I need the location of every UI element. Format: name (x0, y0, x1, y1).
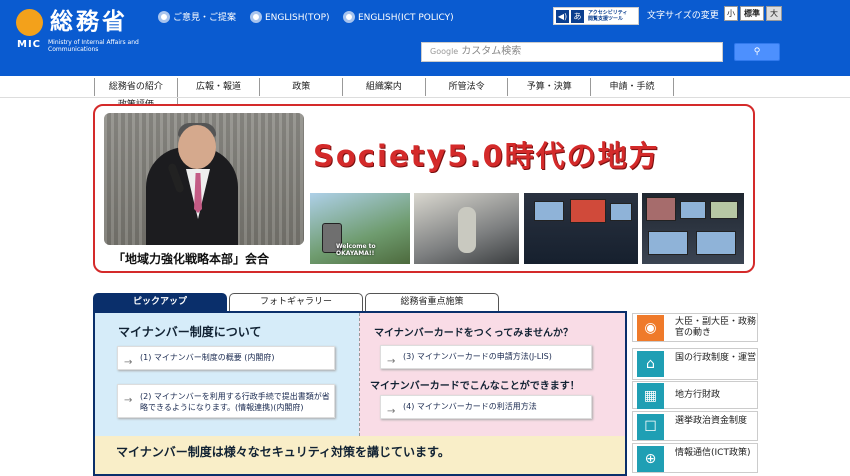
pickup-right: マイナンバーカードをつくってみませんか？ → (3) マイナンバーカードの申請方法… (359, 313, 625, 436)
font-large-button[interactable]: 大 (766, 6, 782, 21)
radio-icon (250, 11, 262, 23)
banner-thumb-monitors (642, 193, 744, 264)
arrow-right-icon: → (124, 357, 133, 368)
building-icon: ⌂ (637, 351, 664, 377)
pickup-bottom-heading: マイナンバー制度は様々なセキュリティ対策を講じています。 (116, 445, 450, 459)
logo-title: 総務省 (50, 9, 128, 35)
speaker-icon: ◀) (556, 10, 569, 23)
nav-item-pr[interactable]: 広報・報道 (178, 78, 261, 96)
nav-item-procedures[interactable]: 申請・手続 (591, 78, 674, 96)
accessibility-label: アクセシビリティ 閲覧支援ツール (588, 10, 628, 22)
search-icon: ⚲ (753, 47, 761, 57)
tab-pickup[interactable]: ピックアップ (93, 293, 227, 312)
radio-icon (158, 11, 170, 23)
tab-key-policies[interactable]: 総務省重点施策 (365, 293, 499, 312)
arrow-right-icon: → (387, 406, 396, 417)
pickup-left: マイナンバー制度について → (1) マイナンバー制度の概要 (内閣府) → (2)… (95, 313, 359, 436)
pickup-right-heading-2: マイナンバーカードでこんなことができます！ (370, 381, 580, 392)
accessibility-tool-button[interactable]: ◀) あ アクセシビリティ 閲覧支援ツール (553, 7, 639, 25)
buildings-icon: ▦ (637, 383, 664, 409)
font-standard-button[interactable]: 標準 (740, 6, 764, 21)
banner-thumb-firefighters (414, 193, 519, 264)
english-ict-link[interactable]: ENGLISH(ICT POLICY) (343, 11, 454, 25)
logo-mic: MIC (17, 39, 42, 50)
side-item-minister[interactable]: ◉ 大臣・副大臣・政務官の動き (632, 313, 758, 342)
side-item-local-finance[interactable]: ▦ 地方行財政 (632, 381, 758, 409)
pickup-link-4[interactable]: → (4) マイナンバーカードの利活用方法 (380, 395, 592, 419)
ballot-box-icon: ☐ (637, 414, 664, 440)
nav-item-budget[interactable]: 予算・決算 (508, 78, 592, 96)
opinion-link[interactable]: ご意見・ご提案 (158, 11, 236, 25)
nav-item-laws[interactable]: 所管法令 (426, 78, 509, 96)
banner-title: Society5.0時代の地方 (313, 139, 660, 173)
nav-item-organization[interactable]: 組織案内 (343, 78, 426, 96)
arrow-right-icon: → (124, 395, 133, 406)
global-nav: 総務省の紹介 広報・報道 政策 組織案内 所管法令 予算・決算 申請・手続 政策… (94, 78, 756, 114)
minister-photo[interactable] (104, 113, 304, 245)
radio-icon (343, 11, 355, 23)
logo-mark-icon (16, 9, 43, 36)
tab-photo-gallery[interactable]: フォトギャラリー (229, 293, 363, 312)
banner-photo-caption: 「地域力強化戦略本部」会合 (113, 252, 270, 266)
thumb-welcome-text: Welcome to OKAYAMA!! (336, 243, 376, 257)
pickup-link-3[interactable]: → (3) マイナンバーカードの申請方法(J-LIS) (380, 345, 592, 369)
content-tabs: ピックアップ フォトギャラリー 総務省重点施策 (93, 293, 503, 312)
font-size-label: 文字サイズの変更 (647, 11, 719, 21)
side-item-administration[interactable]: ⌂ 国の行政制度・運営 (632, 348, 758, 380)
mic-logo[interactable]: 総務省 MIC Ministry of Internal Affairs and… (16, 8, 146, 56)
pickup-link-1[interactable]: → (1) マイナンバー制度の概要 (内閣府) (117, 346, 335, 370)
english-top-link[interactable]: ENGLISH(TOP) (250, 11, 330, 25)
pickup-link-2[interactable]: → (2) マイナンバーを利用する行政手続で提出書類が省略できるようになります。(… (117, 384, 335, 418)
nav-item-policy[interactable]: 政策 (260, 78, 344, 96)
banner-thumb-control-room (524, 193, 638, 264)
nav-item-about[interactable]: 総務省の紹介 (95, 78, 178, 96)
hiragana-icon: あ (571, 10, 584, 23)
globe-icon: ⊕ (637, 446, 664, 472)
site-header: 総務省 MIC Ministry of Internal Affairs and… (0, 0, 850, 76)
search-button[interactable]: ⚲ (734, 43, 780, 61)
camera-icon: ◉ (637, 315, 664, 341)
side-menu: ◉ 大臣・副大臣・政務官の動き ⌂ 国の行政制度・運営 ▦ 地方行財政 ☐ 選挙… (632, 313, 758, 473)
pickup-left-heading: マイナンバー制度について (118, 325, 262, 339)
arrow-right-icon: → (387, 356, 396, 367)
search-input[interactable]: Google カスタム検索 (421, 42, 723, 62)
side-item-ict[interactable]: ⊕ 情報通信(ICT政策) (632, 443, 758, 473)
pickup-right-heading-1: マイナンバーカードをつくってみませんか？ (374, 328, 573, 339)
logo-subtitle: Ministry of Internal Affairs and Communi… (48, 39, 139, 53)
divider (0, 97, 850, 98)
side-item-elections[interactable]: ☐ 選挙政治資金制度 (632, 411, 758, 441)
font-small-button[interactable]: 小 (724, 6, 738, 21)
